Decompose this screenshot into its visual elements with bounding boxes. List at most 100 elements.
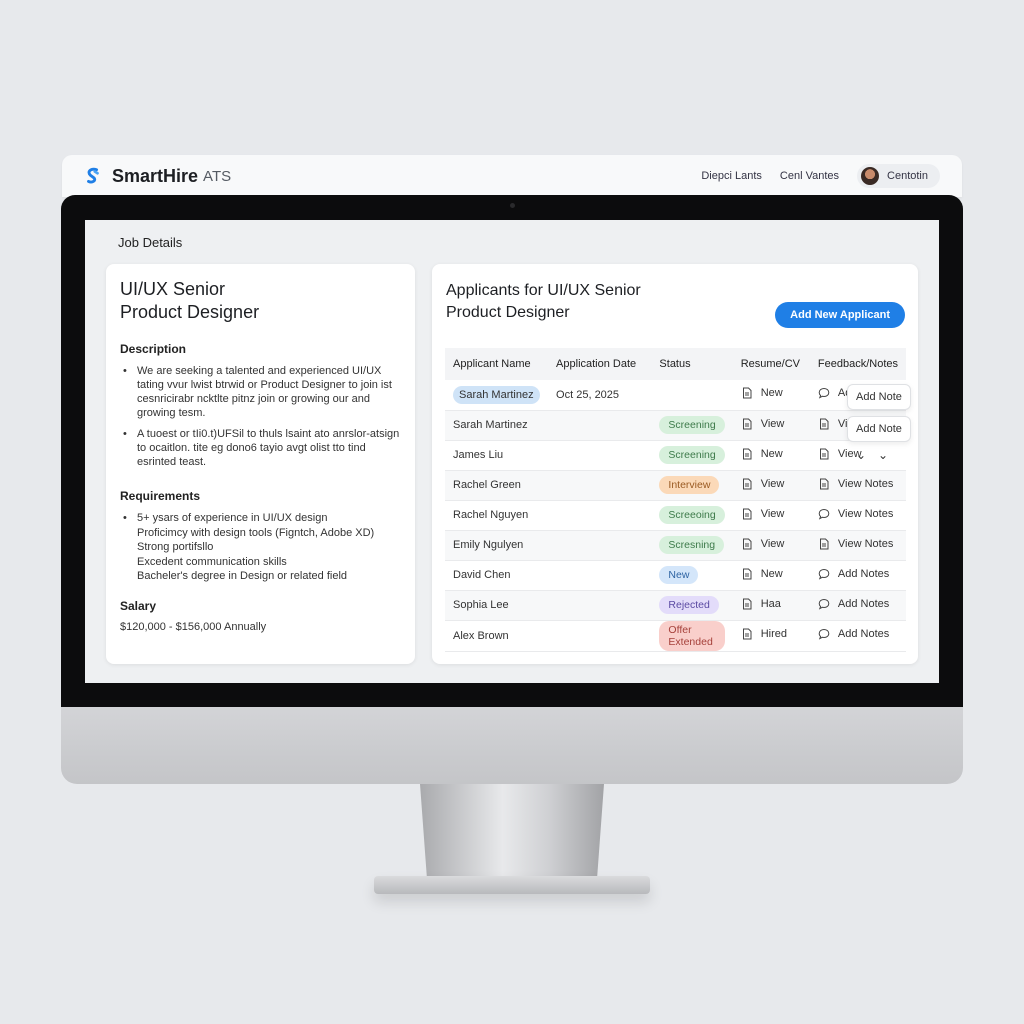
applicant-name-cell: James Liu (445, 440, 549, 471)
resume-label: View (760, 417, 785, 430)
table-header-row: Applicant Name Application Date Status R… (445, 348, 906, 380)
salary-value: $120,000 - $156,000 Annually (120, 620, 267, 633)
resume-label: New (760, 387, 783, 400)
column-header-notes[interactable]: Feedback/Notes (810, 348, 906, 380)
resume-cell: View (732, 410, 810, 441)
resume-cell: View (732, 530, 810, 561)
applicant-name[interactable]: Emily Ngulyen (453, 539, 523, 551)
document-icon (741, 478, 753, 490)
resume-cell: View (732, 500, 810, 531)
status-cell: Screeoing (651, 500, 733, 531)
applicant-name[interactable]: David Chen (453, 569, 510, 581)
document-icon (741, 538, 753, 550)
status-badge: Interview (659, 476, 720, 494)
description-item: A tuoest or tIi0.t)UFSil to thuls lsaint… (120, 427, 401, 469)
resume-link[interactable]: New (741, 387, 783, 399)
comment-icon (818, 568, 830, 580)
add-note-popover-button[interactable]: Add Note (847, 384, 911, 410)
notes-cell: Add Notes (809, 590, 906, 621)
applicant-name[interactable]: Sarah Martinez (453, 419, 528, 431)
notes-link[interactable]: View Notes (818, 538, 893, 550)
table-row[interactable]: David Chen New New Add Notes (445, 560, 906, 591)
document-icon (741, 418, 753, 430)
table-row[interactable]: Emily Ngulyen Scresning View View Notes (445, 530, 906, 561)
application-date-cell (548, 530, 652, 561)
application-date-cell (548, 410, 652, 441)
monitor-chin (61, 707, 963, 784)
application-date-cell (548, 620, 652, 652)
table-row[interactable]: Sarah MartinezScreeningViewView (445, 410, 906, 441)
notes-label: View Notes (837, 507, 894, 520)
notes-link[interactable]: Add Notes (818, 628, 889, 640)
requirement-item: Strong portifsllo (137, 541, 214, 553)
document-icon (741, 508, 753, 520)
resume-cell: New (732, 440, 810, 471)
document-icon (741, 568, 753, 580)
resume-link[interactable]: Haa (741, 598, 781, 610)
table-row[interactable]: Sarah MartinezOct 25, 2025NewAdd Note (445, 380, 906, 411)
chevron-down-icon[interactable]: ⌄ (878, 448, 888, 462)
resume-label: Haa (760, 597, 781, 610)
resume-link[interactable]: New (741, 448, 783, 460)
column-header-name[interactable]: Applicant Name (445, 348, 548, 380)
table-row[interactable]: Rachel Nguyen Screeoing View View Notes (445, 500, 906, 531)
resume-link[interactable]: View (741, 478, 784, 490)
add-note-popover-button[interactable]: Add Note (847, 416, 911, 442)
column-header-resume[interactable]: Resume/CV (733, 348, 810, 380)
resume-cell: Hired (732, 620, 810, 652)
application-date-cell (548, 590, 652, 621)
comment-icon (818, 628, 830, 640)
applicant-name-cell: Sarah Martinez (445, 410, 549, 441)
status-cell: Screening (651, 440, 733, 471)
applicant-name[interactable]: Sarah Martinez (453, 385, 540, 404)
notes-link[interactable]: View Notes (818, 508, 893, 520)
notes-link[interactable]: View Notes (818, 478, 893, 490)
document-icon (741, 628, 753, 640)
resume-link[interactable]: View (741, 537, 785, 550)
chevron-down-icon[interactable]: ⌄ (856, 448, 866, 462)
table-row[interactable]: Rachel Green Interview View View Notes (445, 470, 906, 501)
applicant-name-cell: Alex Brown (445, 620, 549, 652)
status-badge: Screening (659, 416, 725, 434)
table-row[interactable]: Sophia Lee Rejected Haa Add Notes (445, 590, 906, 621)
description-heading: Description (120, 342, 187, 356)
notes-link[interactable]: Add Notes (818, 568, 889, 580)
status-cell (651, 380, 733, 411)
requirement-item: Proficimcy with design tools (Figntch, A… (137, 526, 375, 539)
resume-label: View (760, 537, 785, 550)
resume-cell: Haa (732, 590, 810, 621)
applicant-name[interactable]: Alex Brown (453, 630, 509, 642)
notes-link[interactable]: Add Notes (818, 598, 889, 610)
resume-label: New (760, 447, 783, 460)
applicants-table-body: Sarah MartinezOct 25, 2025NewAdd NoteSar… (445, 380, 906, 652)
resume-cell: New (732, 380, 810, 411)
notes-link[interactable]: View (818, 448, 862, 460)
applicant-name[interactable]: Sophia Lee (453, 599, 509, 611)
table-row[interactable]: James Liu Screening New View (445, 440, 906, 471)
status-badge: New (659, 566, 699, 584)
brand-suffix: ATS (203, 167, 232, 185)
status-cell: New (651, 560, 733, 591)
page-title: Job Details (118, 235, 183, 250)
column-header-status[interactable]: Status (651, 348, 732, 380)
document-icon (818, 538, 830, 550)
user-menu[interactable]: Centotin (857, 164, 940, 188)
resume-link[interactable]: Hired (741, 628, 787, 640)
resume-label: Hired (760, 628, 787, 640)
applicant-name-cell: Rachel Nguyen (445, 500, 549, 531)
table-row[interactable]: Alex Brown Offer Extended Hired Add Notes (445, 620, 906, 652)
top-nav-link-2[interactable]: Cenl Vantes (780, 170, 839, 182)
resume-link[interactable]: New (741, 568, 783, 580)
requirements-heading: Requirements (120, 489, 201, 503)
add-new-applicant-button[interactable]: Add New Applicant (775, 302, 905, 328)
status-cell: Scresning (651, 530, 733, 561)
resume-link[interactable]: View (741, 508, 784, 520)
column-header-date[interactable]: Application Date (548, 348, 651, 380)
document-icon (741, 598, 753, 610)
applicant-name[interactable]: James Liu (453, 449, 503, 461)
applicant-name[interactable]: Rachel Nguyen (453, 509, 528, 521)
resume-link[interactable]: View (741, 417, 785, 430)
top-nav-link-1[interactable]: Diepci Lants (701, 170, 762, 182)
applicant-name[interactable]: Rachel Green (453, 479, 521, 491)
comment-icon (818, 387, 830, 399)
